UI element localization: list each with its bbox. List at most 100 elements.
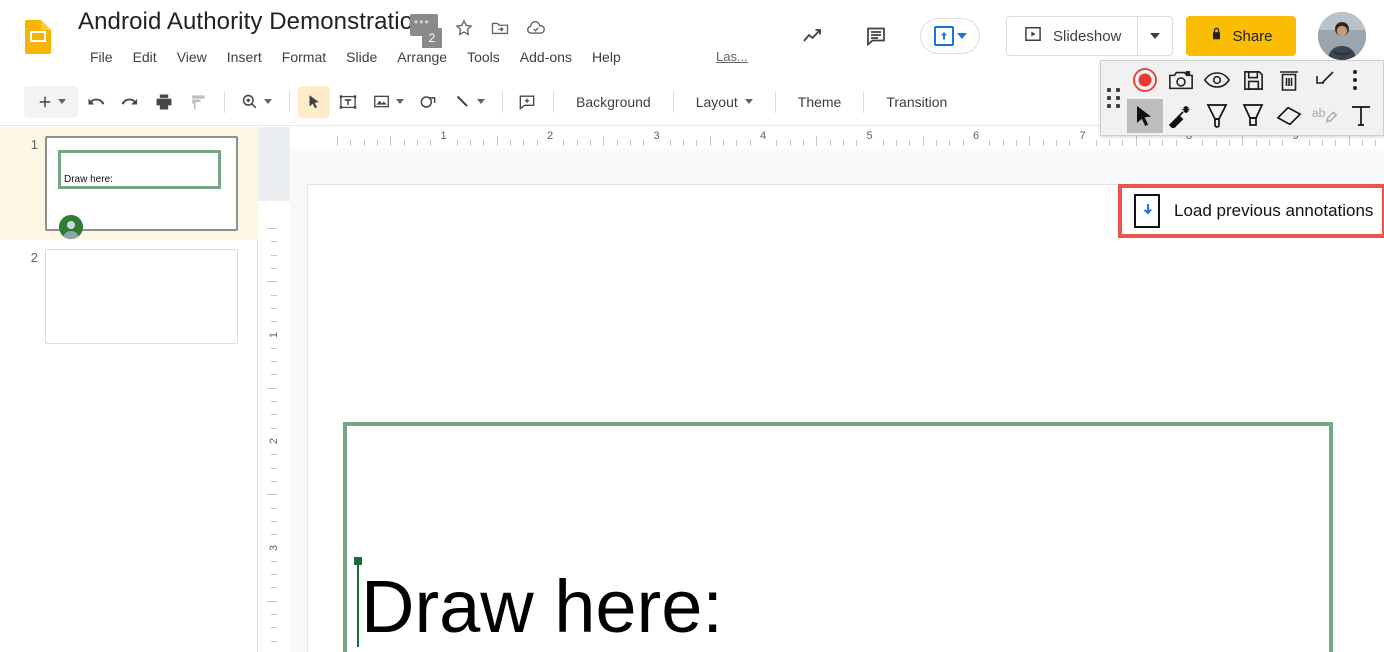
zoom-button[interactable]: [233, 86, 279, 118]
camera-icon[interactable]: [1163, 63, 1199, 97]
drag-grip-icon[interactable]: [1101, 61, 1127, 135]
toolbar-divider: [775, 91, 776, 113]
text-tool-icon[interactable]: [1343, 99, 1379, 133]
highlighter-icon[interactable]: [1235, 99, 1271, 133]
slideshow-button[interactable]: Slideshow: [1006, 16, 1173, 56]
slide-thumbnail[interactable]: Draw here:: [45, 136, 238, 231]
ruler-tick: [1162, 140, 1163, 146]
slide-thumbnail[interactable]: [45, 249, 238, 344]
menu-item-addons[interactable]: Add-ons: [510, 46, 582, 68]
ruler-tick: [523, 140, 524, 146]
ruler-tick: [1375, 140, 1376, 146]
comments-icon[interactable]: [862, 22, 890, 50]
ruler-tick: [603, 136, 604, 146]
slideshow-dropdown-button[interactable]: [1138, 17, 1172, 55]
menu-item-edit[interactable]: Edit: [123, 46, 167, 68]
document-title[interactable]: Android Authority Demonstration: [78, 8, 427, 36]
share-label: Share: [1232, 28, 1272, 45]
more-vertical-icon[interactable]: [1343, 63, 1367, 97]
undo-button[interactable]: [80, 86, 112, 118]
menu-item-view[interactable]: View: [167, 46, 217, 68]
insert-image-button[interactable]: [366, 86, 410, 118]
slide-page[interactable]: Draw here:: [307, 184, 1384, 652]
menu-item-slide[interactable]: Slide: [336, 46, 387, 68]
trash-icon[interactable]: [1271, 63, 1307, 97]
save-floppy-icon[interactable]: [1235, 63, 1271, 97]
chevron-down-icon: [58, 99, 66, 104]
menu-item-file[interactable]: File: [80, 46, 123, 68]
redo-icon: [120, 92, 140, 112]
ruler-tick: [1362, 140, 1363, 146]
move-to-folder-icon[interactable]: [488, 16, 512, 40]
print-button[interactable]: [148, 86, 180, 118]
filmstrip-slide-2[interactable]: 2: [0, 240, 258, 353]
ruler-tick: [923, 136, 924, 146]
ruler-tick: [1096, 140, 1097, 146]
text-annotate-icon[interactable]: ab: [1307, 99, 1343, 133]
paint-format-button[interactable]: [182, 86, 214, 118]
chevron-down-icon: [477, 99, 485, 104]
insert-shape-button[interactable]: [412, 86, 444, 118]
ruler-label: 1: [440, 130, 446, 142]
toolbar-divider: [553, 91, 554, 113]
ruler-tick: [803, 140, 804, 146]
line-icon: [453, 92, 472, 111]
menu-item-help[interactable]: Help: [582, 46, 631, 68]
filmstrip-slide-1[interactable]: 1 Draw here:: [0, 127, 258, 240]
ruler-corner-v: [258, 149, 290, 201]
star-icon[interactable]: [452, 16, 476, 40]
last-edit-status[interactable]: Las...: [716, 49, 748, 64]
ruler-tick: [271, 574, 277, 575]
annotation-row-2: ab: [1127, 98, 1379, 134]
ruler-tick: [1043, 140, 1044, 146]
load-previous-annotations-button[interactable]: Load previous annotations: [1122, 194, 1373, 228]
pen-icon[interactable]: [1199, 99, 1235, 133]
layout-button[interactable]: Layout: [682, 86, 767, 118]
ruler-tick: [790, 140, 791, 146]
redo-button[interactable]: [114, 86, 146, 118]
background-button[interactable]: Background: [562, 86, 665, 118]
text-box-button[interactable]: [332, 86, 364, 118]
add-comment-button[interactable]: [511, 86, 543, 118]
eraser-icon[interactable]: [1271, 99, 1307, 133]
ruler-tick: [271, 561, 277, 562]
ruler-tick: [670, 140, 671, 146]
menu-item-tools[interactable]: Tools: [457, 46, 510, 68]
menu-item-insert[interactable]: Insert: [217, 46, 272, 68]
ruler-tick: [1335, 140, 1336, 146]
select-tool-button[interactable]: [298, 86, 330, 118]
slide-filmstrip: 1 Draw here: 2: [0, 127, 258, 652]
activity-trend-icon[interactable]: [798, 22, 826, 50]
load-previous-annotations-highlight: Load previous annotations: [1118, 184, 1384, 238]
slide-number: 2: [14, 250, 38, 265]
cloud-saved-icon[interactable]: [524, 16, 548, 40]
ruler-tick: [1229, 140, 1230, 146]
collapse-arrow-icon[interactable]: [1307, 63, 1343, 97]
ruler-tick: [271, 627, 277, 628]
vertical-ruler[interactable]: 123: [258, 149, 290, 652]
present-to-screen-button[interactable]: [920, 18, 980, 54]
title-badge-count: 2: [422, 28, 442, 48]
ruler-tick: [1349, 136, 1350, 146]
insert-line-button[interactable]: [446, 86, 492, 118]
cursor-arrow-icon[interactable]: [1127, 99, 1163, 133]
menu-item-format[interactable]: Format: [272, 46, 336, 68]
record-icon[interactable]: [1127, 63, 1163, 97]
share-button[interactable]: Share: [1186, 16, 1296, 56]
menu-item-arrange[interactable]: Arrange: [387, 46, 457, 68]
ruler-tick: [350, 140, 351, 146]
slideshow-button-main[interactable]: Slideshow: [1007, 17, 1137, 55]
ruler-tick: [989, 140, 990, 146]
eye-icon[interactable]: [1199, 63, 1235, 97]
magic-wand-icon[interactable]: [1163, 99, 1199, 133]
theme-button[interactable]: Theme: [784, 86, 856, 118]
tooltip-dots: •••: [414, 16, 430, 28]
thumbnail-text: Draw here:: [64, 174, 113, 185]
user-avatar[interactable]: [1318, 12, 1366, 60]
ruler-tick: [723, 140, 724, 146]
new-slide-button[interactable]: [24, 86, 78, 118]
google-slides-logo: [18, 16, 58, 56]
transition-button[interactable]: Transition: [872, 86, 961, 118]
annotation-toolbar[interactable]: ab: [1100, 60, 1384, 136]
selected-text-box[interactable]: Draw here:: [343, 422, 1333, 652]
